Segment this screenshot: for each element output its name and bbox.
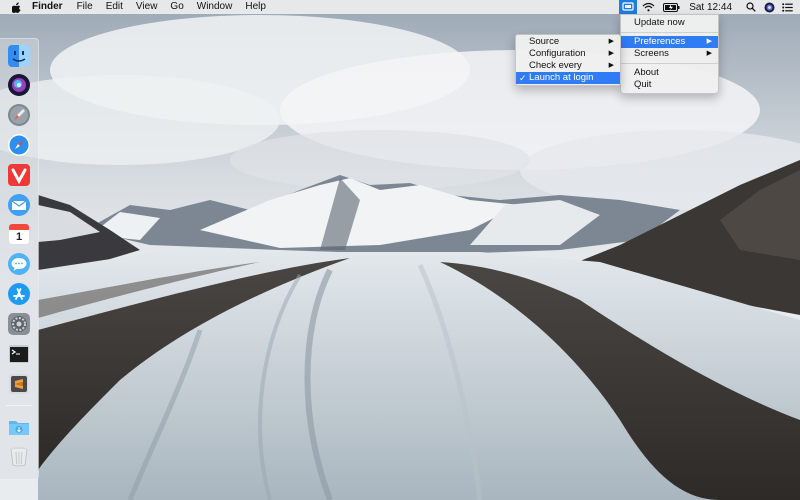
- app-status-icon[interactable]: [619, 0, 638, 14]
- search-icon[interactable]: [742, 0, 760, 14]
- file-menu[interactable]: File: [77, 0, 93, 14]
- siri-icon[interactable]: [760, 0, 778, 14]
- menu-item-launch-at-login[interactable]: ✓ Launch at login: [516, 72, 620, 84]
- dock-messages-icon[interactable]: [7, 252, 31, 276]
- dock-system-preferences-icon[interactable]: [7, 312, 31, 336]
- dock-sublime-text-icon[interactable]: [7, 372, 31, 396]
- window-menu[interactable]: Window: [197, 0, 233, 14]
- menu-separator: [621, 63, 718, 64]
- calendar-day: 1: [15, 231, 23, 243]
- dock: 1: [0, 38, 39, 480]
- submenu-arrow-icon: ▶: [608, 38, 614, 45]
- menu-item-label: Launch at login: [529, 72, 594, 83]
- menu-item-label: Configuration: [529, 48, 586, 59]
- menu-item-label: Source: [529, 36, 560, 47]
- menu-item-check-every[interactable]: Check every ▶: [516, 60, 620, 72]
- dock-vivaldi-icon[interactable]: [7, 163, 31, 187]
- checkmark-icon: ✓: [519, 73, 527, 83]
- menu-item-configuration[interactable]: Configuration ▶: [516, 48, 620, 60]
- go-menu[interactable]: Go: [170, 0, 183, 14]
- view-menu[interactable]: View: [136, 0, 158, 14]
- clock[interactable]: Sat 12:44: [689, 2, 732, 13]
- dock-siri-icon[interactable]: [7, 73, 31, 97]
- menu-item-label: Preferences: [634, 36, 686, 47]
- menu-item-label: Update now: [634, 17, 685, 28]
- menu-separator: [621, 32, 718, 33]
- dock-safari-icon[interactable]: [7, 133, 31, 157]
- menu-item-quit[interactable]: Quit: [621, 79, 718, 91]
- notification-center-icon[interactable]: [778, 0, 796, 14]
- battery-icon[interactable]: [659, 0, 683, 14]
- menu-item-screens[interactable]: Screens ▶: [621, 48, 718, 60]
- menu-bar: Finder File Edit View Go Window Help Sat…: [0, 0, 800, 14]
- submenu-arrow-icon: ▶: [608, 50, 614, 57]
- dock-launchpad-icon[interactable]: [7, 103, 31, 127]
- app-status-menu: Update now Preferences ▶ Screens ▶ About Q…: [620, 14, 719, 94]
- submenu-arrow-icon: ▶: [608, 62, 614, 69]
- menu-item-label: About: [634, 67, 659, 78]
- dock-trash-icon[interactable]: [7, 444, 31, 468]
- submenu-arrow-icon: ▶: [706, 38, 712, 45]
- edit-menu[interactable]: Edit: [106, 0, 123, 14]
- dock-terminal-icon[interactable]: [7, 342, 31, 366]
- dock-calendar-icon[interactable]: 1: [7, 222, 31, 246]
- status-area: Sat 12:44: [619, 0, 800, 14]
- apple-logo-icon[interactable]: [12, 2, 24, 13]
- menu-item-update-now[interactable]: Update now: [621, 17, 718, 29]
- help-menu[interactable]: Help: [245, 0, 266, 14]
- preferences-submenu: Source ▶ Configuration ▶ Check every ▶ ✓ Lau…: [515, 34, 621, 86]
- menu-item-about[interactable]: About: [621, 67, 718, 79]
- dock-separator: [6, 405, 32, 406]
- dock-downloads-folder-icon[interactable]: [7, 415, 31, 439]
- menu-item-source[interactable]: Source ▶: [516, 36, 620, 48]
- wifi-icon[interactable]: [637, 0, 659, 14]
- dock-app-store-icon[interactable]: [7, 282, 31, 306]
- menu-item-label: Screens: [634, 48, 669, 59]
- dock-mail-icon[interactable]: [7, 193, 31, 217]
- menu-item-preferences[interactable]: Preferences ▶: [621, 36, 718, 48]
- app-name-menu[interactable]: Finder: [32, 0, 63, 14]
- submenu-arrow-icon: ▶: [706, 50, 712, 57]
- dock-finder-icon[interactable]: [7, 44, 31, 68]
- menu-item-label: Check every: [529, 60, 582, 71]
- menu-item-label: Quit: [634, 79, 652, 90]
